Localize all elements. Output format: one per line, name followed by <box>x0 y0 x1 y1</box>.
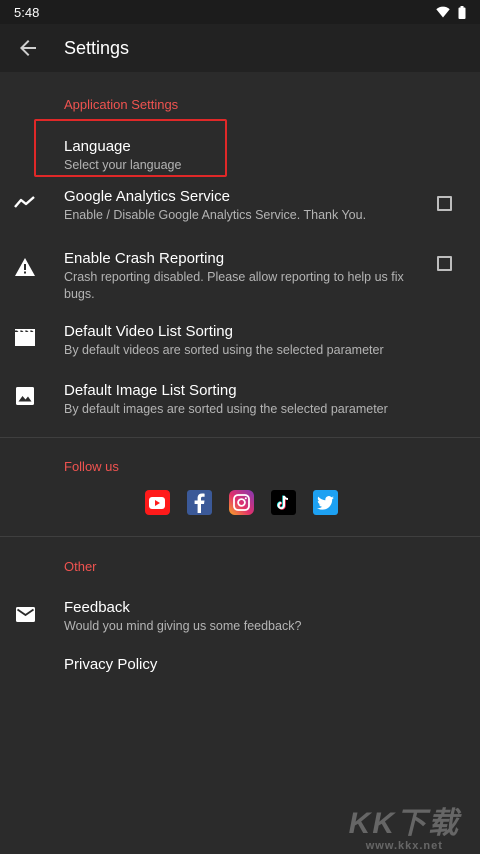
section-header-follow-us: Follow us <box>64 459 119 474</box>
back-button[interactable] <box>16 36 40 60</box>
warning-icon <box>14 256 36 278</box>
watermark-logo: KK下载 <box>348 807 460 840</box>
language-title: Language <box>64 138 131 155</box>
analytics-summary: Enable / Disable Google Analytics Servic… <box>64 208 367 222</box>
social-row <box>0 490 480 515</box>
instagram-icon[interactable] <box>228 490 254 515</box>
battery-icon <box>458 5 466 19</box>
tiktok-icon[interactable] <box>270 490 296 515</box>
analytics-title: Google Analytics Service <box>64 188 230 205</box>
email-icon <box>14 603 36 625</box>
crash-summary: Crash reporting disabled. Please allow r… <box>64 270 404 301</box>
status-time: 5:48 <box>14 4 40 20</box>
image-sorting-summary: By default images are sorted using the s… <box>64 402 388 416</box>
movie-icon <box>14 326 36 348</box>
image-sorting-preference[interactable]: Default Image List Sorting By default im… <box>0 375 480 437</box>
crash-reporting-preference[interactable]: Enable Crash Reporting Crash reporting d… <box>0 244 480 314</box>
section-header-application-settings: Application Settings <box>64 97 179 112</box>
facebook-icon[interactable] <box>186 490 212 515</box>
language-preference[interactable]: Language Select your language <box>0 126 480 176</box>
crash-checkbox[interactable] <box>437 256 452 271</box>
page-title: Settings <box>64 37 130 58</box>
privacy-policy-title: Privacy Policy <box>64 656 158 673</box>
status-bar: 5:48 <box>0 0 480 24</box>
wifi-icon <box>436 6 450 18</box>
crash-title: Enable Crash Reporting <box>64 250 225 267</box>
status-icons <box>436 5 466 19</box>
watermark: KK下载 www.kkx.net <box>349 798 460 852</box>
arrow-back-icon <box>20 40 36 56</box>
feedback-summary: Would you mind giving us some feedback? <box>64 619 302 633</box>
trending-icon <box>14 191 36 213</box>
app-bar: Settings <box>0 24 480 72</box>
image-sorting-title: Default Image List Sorting <box>64 382 237 399</box>
analytics-checkbox[interactable] <box>437 196 452 211</box>
video-sorting-preference[interactable]: Default Video List Sorting By default vi… <box>0 317 480 375</box>
analytics-preference[interactable]: Google Analytics Service Enable / Disabl… <box>0 184 480 234</box>
image-icon <box>14 385 36 407</box>
twitter-icon[interactable] <box>312 490 338 515</box>
section-header-other: Other <box>64 559 97 574</box>
divider <box>0 437 480 438</box>
language-summary: Select your language <box>64 158 182 172</box>
youtube-icon[interactable] <box>144 490 170 515</box>
video-sorting-title: Default Video List Sorting <box>64 323 233 340</box>
privacy-policy-preference[interactable]: Privacy Policy <box>0 645 480 695</box>
feedback-preference[interactable]: Feedback Would you mind giving us some f… <box>0 587 480 645</box>
video-sorting-summary: By default videos are sorted using the s… <box>64 343 384 357</box>
divider <box>0 536 480 537</box>
feedback-title: Feedback <box>64 599 130 616</box>
